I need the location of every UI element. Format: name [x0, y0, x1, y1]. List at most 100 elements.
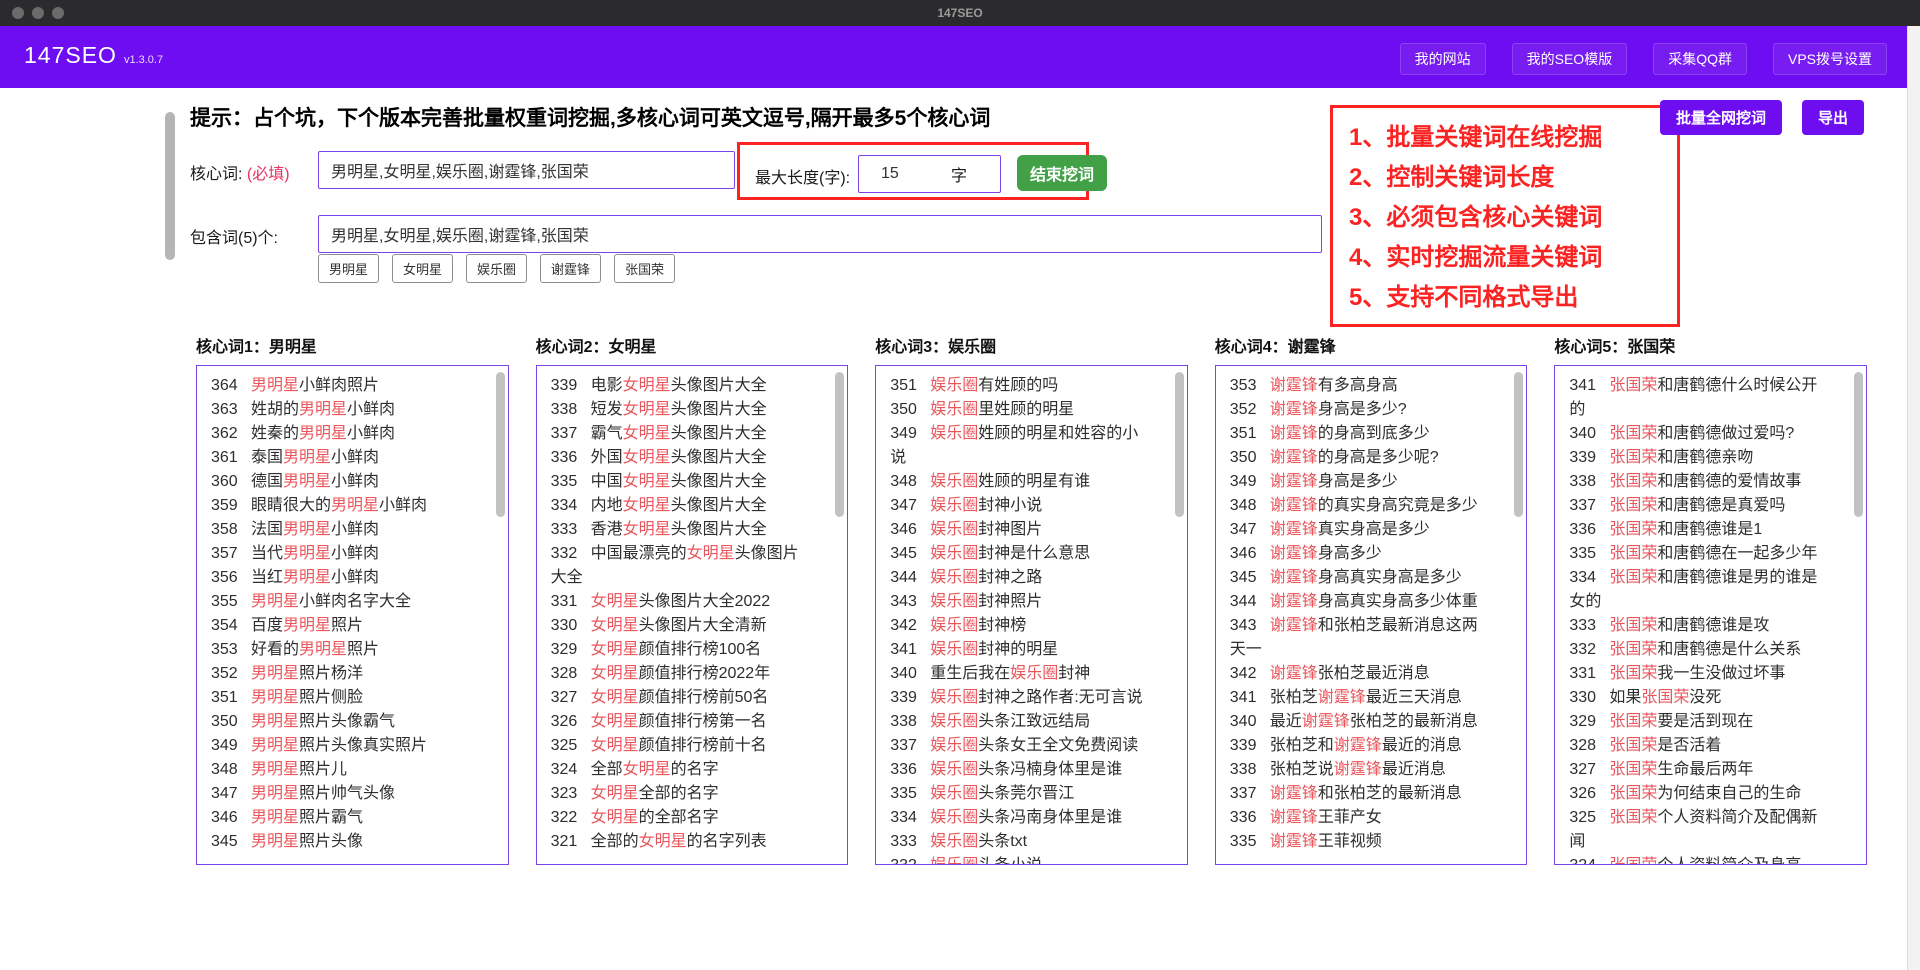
keyword-row: 346男明星照片霸气 — [211, 806, 472, 830]
tag-chip-1[interactable]: 男明星 — [318, 254, 379, 283]
nav-button-1[interactable]: 我的网站 — [1400, 43, 1486, 75]
keyword-row: 356当红男明星小鲜肉 — [211, 566, 472, 590]
keyword-core: 谢霆锋 — [1270, 833, 1318, 850]
row-number: 341 — [1230, 686, 1260, 710]
keyword-core: 张国荣 — [1609, 425, 1657, 442]
row-number: 326 — [1569, 782, 1599, 806]
listbox-scrollbar-thumb[interactable] — [1514, 372, 1523, 517]
row-number: 351 — [211, 686, 241, 710]
keyword-listbox[interactable]: 364男明星小鲜肉照片363姓胡的男明星小鲜肉362姓秦的男明星小鲜肉361泰国… — [196, 365, 509, 865]
keyword-row: 335中国女明星头像图片大全 — [551, 470, 812, 494]
keyword-row: 332张国荣和唐鹤德是什么关系 — [1569, 638, 1830, 662]
app-version: v1.3.0.7 — [124, 54, 163, 66]
app-logo: 147SEO — [24, 42, 117, 69]
keyword-row: 333娱乐圈头条txt — [890, 830, 1151, 854]
keyword-row: 343谢霆锋和张柏芝最新消息这两天一 — [1230, 614, 1491, 662]
maxlen-input[interactable] — [859, 165, 949, 183]
core-word-input[interactable] — [318, 151, 735, 189]
tip-text: 提示：占个坑，下个版本完善批量权重词挖掘,多核心词可英文逗号,隔开最多5个核心词 — [190, 102, 990, 132]
keyword-core: 男明星 — [299, 401, 347, 418]
keyword-core: 娱乐圈 — [930, 809, 978, 826]
keyword-listbox[interactable]: 353谢霆锋有多高身高352谢霆锋身高是多少?351谢霆锋的身高到底多少350谢… — [1215, 365, 1528, 865]
keyword-core: 谢霆锋 — [1270, 473, 1318, 490]
nav-button-3[interactable]: 采集QQ群 — [1653, 43, 1747, 75]
dig-all-button[interactable]: 批量全网挖词 — [1660, 100, 1782, 135]
tag-chip-2[interactable]: 女明星 — [392, 254, 453, 283]
keyword-row: 328女明星颜值排行榜2022年 — [551, 662, 812, 686]
keyword-core: 张国荣 — [1609, 497, 1657, 514]
keyword-row: 357当代男明星小鲜肉 — [211, 542, 472, 566]
keyword-core: 男明星 — [299, 425, 347, 442]
keyword-core: 谢霆锋 — [1302, 713, 1350, 730]
header-nav: 我的网站我的SEO模版采集QQ群 VPS拨号设置 — [1400, 43, 1887, 75]
keyword-row: 349男明星照片头像真实照片 — [211, 734, 472, 758]
keyword-row: 359眼睛很大的男明星小鲜肉 — [211, 494, 472, 518]
keyword-listbox[interactable]: 339电影女明星头像图片大全338短发女明星头像图片大全337霸气女明星头像图片… — [536, 365, 849, 865]
annotation-line: 5、支持不同格式导出 — [1349, 278, 1677, 318]
row-number: 337 — [1230, 782, 1260, 806]
keyword-listbox[interactable]: 351娱乐圈有姓顾的吗350娱乐圈里姓顾的明星349娱乐圈姓顾的明星和姓容的小说… — [875, 365, 1188, 865]
row-number: 334 — [551, 494, 581, 518]
keyword-row: 326张国荣为何结束自己的生命 — [1569, 782, 1830, 806]
keyword-core: 男明星 — [251, 665, 299, 682]
keyword-core: 谢霆锋 — [1270, 497, 1318, 514]
row-number: 343 — [1230, 614, 1260, 638]
keyword-row: 325张国荣个人资料简介及配偶新闻 — [1569, 806, 1830, 854]
tag-row: 男明星女明星娱乐圈谢霆锋张国荣 — [318, 254, 675, 283]
tag-chip-5[interactable]: 张国荣 — [614, 254, 675, 283]
nav-button-4[interactable]: VPS拨号设置 — [1773, 43, 1887, 75]
keyword-listbox[interactable]: 341张国荣和唐鹤德什么时候公开的340张国荣和唐鹤德做过爱吗?339张国荣和唐… — [1554, 365, 1867, 865]
include-label: 包含词(5)个: — [190, 224, 278, 248]
keyword-core: 谢霆锋 — [1270, 521, 1318, 538]
keyword-core: 谢霆锋 — [1270, 665, 1318, 682]
tag-chip-4[interactable]: 谢霆锋 — [540, 254, 601, 283]
column-header: 核心词5：张国荣 — [1554, 333, 1867, 357]
keyword-core: 娱乐圈 — [930, 545, 978, 562]
keyword-core: 男明星 — [331, 497, 379, 514]
keyword-row: 336外国女明星头像图片大全 — [551, 446, 812, 470]
main-scrollbar-thumb[interactable] — [165, 112, 175, 260]
row-number: 332 — [1569, 638, 1599, 662]
row-number: 351 — [1230, 422, 1260, 446]
keyword-core: 娱乐圈 — [930, 761, 978, 778]
row-number: 336 — [1569, 518, 1599, 542]
row-number: 338 — [1569, 470, 1599, 494]
stop-dig-button[interactable]: 结束挖词 — [1017, 155, 1107, 191]
keyword-core: 张国荣 — [1609, 809, 1657, 826]
listbox-scrollbar-thumb[interactable] — [835, 372, 844, 517]
keyword-row: 329女明星颜值排行榜100名 — [551, 638, 812, 662]
keyword-row: 339张国荣和唐鹤德亲吻 — [1569, 446, 1830, 470]
nav-button-2[interactable]: 我的SEO模版 — [1512, 43, 1628, 75]
row-number: 349 — [211, 734, 241, 758]
listbox-scrollbar-thumb[interactable] — [496, 372, 505, 517]
listbox-scrollbar-thumb[interactable] — [1175, 372, 1184, 517]
include-input[interactable] — [318, 215, 1322, 253]
row-number: 362 — [211, 422, 241, 446]
keyword-row: 352谢霆锋身高是多少? — [1230, 398, 1491, 422]
keyword-row: 325女明星颜值排行榜前十名 — [551, 734, 812, 758]
keyword-row: 338张柏芝说谢霆锋最近消息 — [1230, 758, 1491, 782]
keyword-core: 谢霆锋 — [1270, 449, 1318, 466]
keyword-row: 351娱乐圈有姓顾的吗 — [890, 374, 1151, 398]
core-word-label-text: 核心词: — [190, 166, 242, 183]
keyword-row: 336张国荣和唐鹤德谁是1 — [1569, 518, 1830, 542]
row-number: 352 — [1230, 398, 1260, 422]
keyword-core: 女明星 — [623, 401, 671, 418]
window-title: 147SEO — [0, 6, 1920, 20]
keyword-row: 333香港女明星头像图片大全 — [551, 518, 812, 542]
row-number: 338 — [890, 710, 920, 734]
keyword-core: 男明星 — [299, 641, 347, 658]
row-number: 337 — [1569, 494, 1599, 518]
column-header: 核心词2：女明星 — [536, 333, 849, 357]
keyword-row: 349谢霆锋身高是多少 — [1230, 470, 1491, 494]
keyword-core: 女明星 — [591, 737, 639, 754]
window-titlebar: 147SEO — [0, 0, 1920, 26]
keyword-row: 334张国荣和唐鹤德谁是男的谁是女的 — [1569, 566, 1830, 614]
window-scrollbar-gutter[interactable] — [1907, 26, 1920, 970]
listbox-scrollbar-thumb[interactable] — [1854, 372, 1863, 517]
export-button[interactable]: 导出 — [1802, 100, 1864, 135]
keyword-row: 331张国荣我一生没做过坏事 — [1569, 662, 1830, 686]
tag-chip-3[interactable]: 娱乐圈 — [466, 254, 527, 283]
keyword-core: 女明星 — [623, 425, 671, 442]
keyword-core: 女明星 — [687, 545, 735, 562]
